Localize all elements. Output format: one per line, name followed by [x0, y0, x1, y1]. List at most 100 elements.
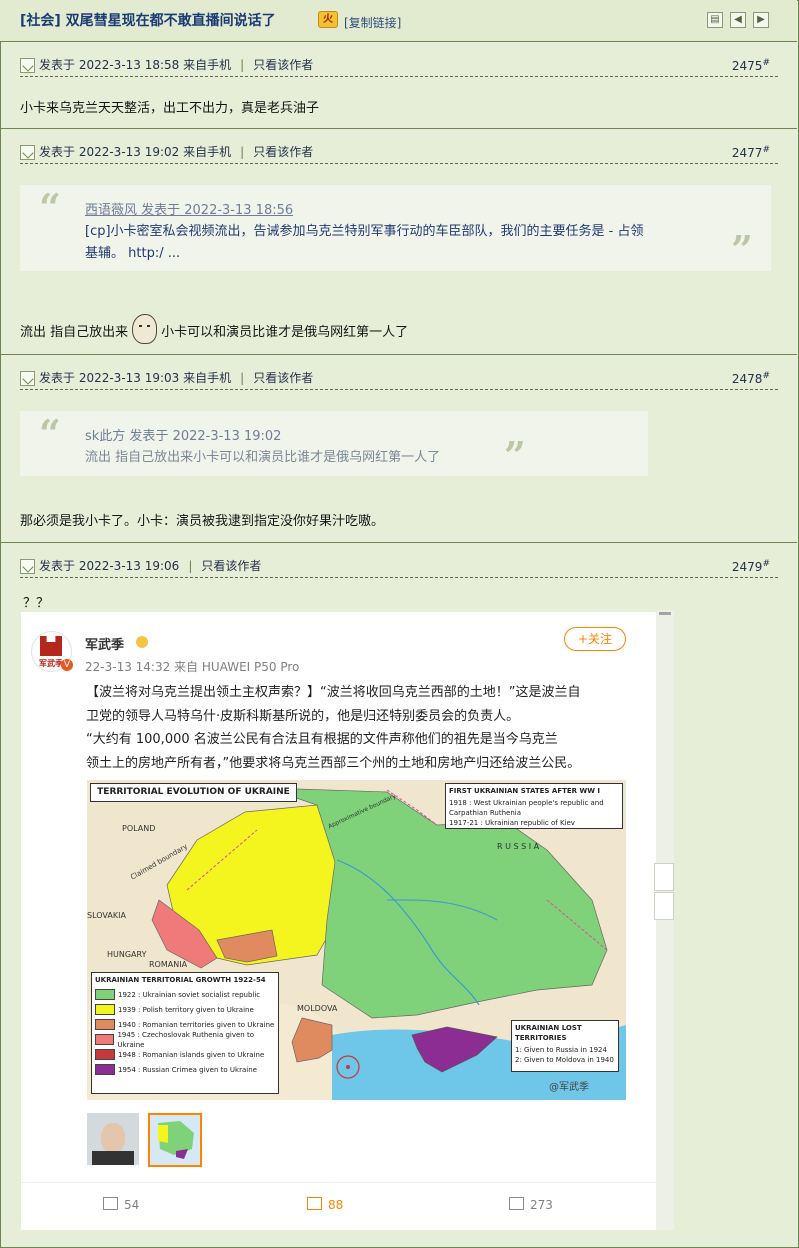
post-2478: 发表于 2022-3-13 19:03 来自手机 | 只看该作者 2478# “ ”… [0, 355, 797, 543]
verified-icon: V [61, 659, 73, 671]
post-date: 发表于 2022-3-13 18:58 来自手机 [39, 58, 232, 72]
growth-item: 1939 : Polish territory given to Ukraine [92, 1002, 278, 1017]
emoji-icon [136, 636, 148, 648]
weibo-text-line-3: “大约有 100,000 名波兰公民有合法且有根据的文件声称他们的祖先是当今乌克… [86, 732, 558, 747]
watermark: @军武季 [549, 1082, 589, 1093]
floor-number[interactable]: 2478# [732, 371, 770, 386]
floor-number[interactable]: 2475# [732, 58, 770, 73]
post-content: 那必须是我小卡了。小卡：演员被我逮到指定没你好果汁吃嗷。 [20, 514, 385, 529]
legend-label: 1939 : Polish territory given to Ukraine [118, 1005, 254, 1014]
user-icon [20, 145, 35, 160]
post-meta: 发表于 2022-3-13 19:03 来自手机 | 只看该作者 2478# [20, 369, 778, 390]
post-date: 发表于 2022-3-13 19:06 [39, 559, 180, 573]
quote-text-line-2[interactable]: 基辅。 http:/ ... [85, 242, 180, 261]
weibo-footer: 54 88 273 [21, 1182, 674, 1223]
legend-swatch [95, 989, 115, 1000]
map-label-moldova: MOLDOVA [297, 1004, 338, 1013]
thumbnail-map[interactable] [148, 1113, 202, 1167]
weibo-text-line-4: 领土上的房地产所有者，”他要求将乌克兰西部三个州的土地和房地产归还给波兰公民。 [86, 756, 581, 771]
weibo-scrollbar[interactable] [654, 610, 674, 1230]
brand-logo-icon [40, 636, 62, 656]
legend-swatch [95, 1019, 115, 1030]
hot-icon: 火 [318, 11, 338, 28]
map-states-legend: FIRST UKRAINIAN STATES AFTER WW I 1918 :… [445, 783, 623, 829]
weibo-date: 22-3-13 14:32 来自 HUAWEI P50 Pro [85, 660, 300, 674]
growth-item: 1945 : Czechoslovak Ruthenia given to Uk… [92, 1030, 278, 1049]
post-date: 发表于 2022-3-13 19:02 来自手机 [39, 145, 232, 159]
user-icon [20, 371, 35, 386]
quote-text-line-1: 流出 指自己放出来小卡可以和演员比谁才是俄乌网红第一人了 [85, 450, 441, 465]
growth-item: 1922 : Ukrainian soviet socialist republ… [92, 987, 278, 1002]
growth-item: 1948 : Romanian islands given to Ukraine [92, 1047, 278, 1062]
lost-1: 1: Given to Russia in 1924 [515, 1046, 607, 1054]
quote-author: sk此方 发表于 2022-3-13 19:02 [85, 429, 282, 444]
like-icon [509, 1197, 524, 1210]
separator: | [240, 58, 245, 72]
legend-swatch [95, 1049, 115, 1060]
legend-label: 1945 : Czechoslovak Ruthenia given to Uk… [117, 1030, 254, 1049]
post-content: 流出 指自己放出来 小卡可以和演员比谁才是俄乌网红第一人了 [20, 314, 408, 344]
post-meta: 发表于 2022-3-13 18:58 来自手机 | 只看该作者 2475# [20, 56, 778, 77]
post-content-before: 流出 指自己放出来 [20, 325, 129, 340]
only-author-link[interactable]: 只看该作者 [201, 559, 261, 573]
map-label-russia: R U S S I A [497, 842, 540, 851]
header-tools: ▤ ◀ ▶ [707, 12, 769, 28]
map-label-hungary: HUNGARY [107, 950, 147, 959]
post-meta: 发表于 2022-3-13 19:02 来自手机 | 只看该作者 2477# [20, 143, 778, 164]
post-content: 小卡来乌克兰天天整活，出工不出力，真是老兵油子 [20, 101, 320, 116]
share-button[interactable]: 54 [103, 1197, 139, 1212]
growth-list: 1922 : Ukrainian soviet socialist republ… [92, 987, 278, 1077]
thumbnail-photo[interactable] [87, 1113, 139, 1165]
scroll-box-1 [654, 863, 674, 891]
comment-icon [307, 1197, 322, 1210]
avatar-text: 军武季 [39, 659, 63, 668]
user-icon [20, 58, 35, 73]
copy-link[interactable]: [复制链接] [344, 14, 401, 31]
thread-header: [社会] 双尾彗星现在都不敢直播间说话了 火 [复制链接] ▤ ◀ ▶ [0, 0, 797, 42]
quote-author[interactable]: 西语薇风 发表于 2022-3-13 18:56 [85, 199, 293, 218]
map-title: TERRITORIAL EVOLUTION OF UKRAINE [90, 783, 297, 802]
ukraine-map-image[interactable]: TERRITORIAL EVOLUTION OF UKRAINE FIRST U… [87, 780, 626, 1100]
post-2477: 发表于 2022-3-13 19:02 来自手机 | 只看该作者 2477# “ ”… [0, 129, 797, 355]
close-quote-icon: ” [731, 227, 753, 272]
legend-swatch [95, 1034, 115, 1045]
comment-button[interactable]: 88 [307, 1197, 343, 1212]
floor-number[interactable]: 2477# [732, 145, 770, 160]
states-title: FIRST UKRAINIAN STATES AFTER WW I [449, 787, 600, 795]
post-content: ？？ [23, 596, 50, 611]
share-icon [103, 1197, 118, 1210]
map-label-romania: ROMANIA [149, 960, 188, 969]
post-meta: 发表于 2022-3-13 19:06 | 只看该作者 2479# [20, 557, 778, 578]
like-button[interactable]: 273 [509, 1197, 553, 1212]
quote-block: “ ” sk此方 发表于 2022-3-13 19:02 流出 指自己放出来小卡… [20, 411, 648, 476]
weibo-text-line-2: 卫党的领导人马特乌什·皮斯科斯基所说的，他是归还特别委员会的负责人。 [86, 709, 520, 724]
only-author-link[interactable]: 只看该作者 [253, 371, 313, 385]
legend-label: 1940 : Romanian territories given to Ukr… [118, 1020, 275, 1029]
floor-number[interactable]: 2479# [732, 559, 770, 574]
separator: | [240, 145, 245, 159]
only-author-link[interactable]: 只看该作者 [253, 145, 313, 159]
quote-block: “ ” 西语薇风 发表于 2022-3-13 18:56 [cp]小卡密室私会视… [20, 185, 771, 271]
state-1918: 1918 : West Ukrainian people's republic … [449, 799, 604, 817]
legend-label: 1954 : Russian Crimea given to Ukraine [118, 1065, 257, 1074]
weibo-card: 军武季 V 军武季 22-3-13 14:32 来自 HUAWEI P50 Pr… [21, 612, 674, 1230]
weibo-username[interactable]: 军武季 [85, 634, 124, 653]
map-label-poland: POLAND [122, 824, 156, 833]
scroll-box-2 [654, 892, 674, 920]
follow-button[interactable]: +关注 [564, 627, 626, 651]
only-author-link[interactable]: 只看该作者 [253, 58, 313, 72]
map-label-slovakia: SLOVAKIA [87, 911, 126, 920]
next-thread-icon[interactable]: ▶ [753, 12, 769, 28]
weibo-text-line-1: 【波兰将对乌克兰提出领土主权声索？】“波兰将收回乌克兰西部的土地！”这是波兰自 [86, 685, 581, 700]
state-1917: 1917-21 : Ukrainian republic of Kiev [449, 819, 575, 827]
previous-thread-icon[interactable]: ◀ [730, 12, 746, 28]
open-quote-icon: “ [39, 185, 61, 230]
post-date: 发表于 2022-3-13 19:03 来自手机 [39, 371, 232, 385]
growth-title: UKRAINIAN TERRITORIAL GROWTH 1922-54 [95, 976, 266, 984]
quote-text-line-1: [cp]小卡密室私会视频流出，告诫参加乌克兰特别军事行动的车臣部队，我们的主要任… [85, 224, 644, 239]
separator: | [188, 559, 193, 573]
post-content-after: 小卡可以和演员比谁才是俄乌网红第一人了 [161, 325, 409, 340]
user-icon [20, 559, 35, 574]
print-icon[interactable]: ▤ [707, 12, 723, 28]
scroll-thumb[interactable] [659, 612, 671, 615]
